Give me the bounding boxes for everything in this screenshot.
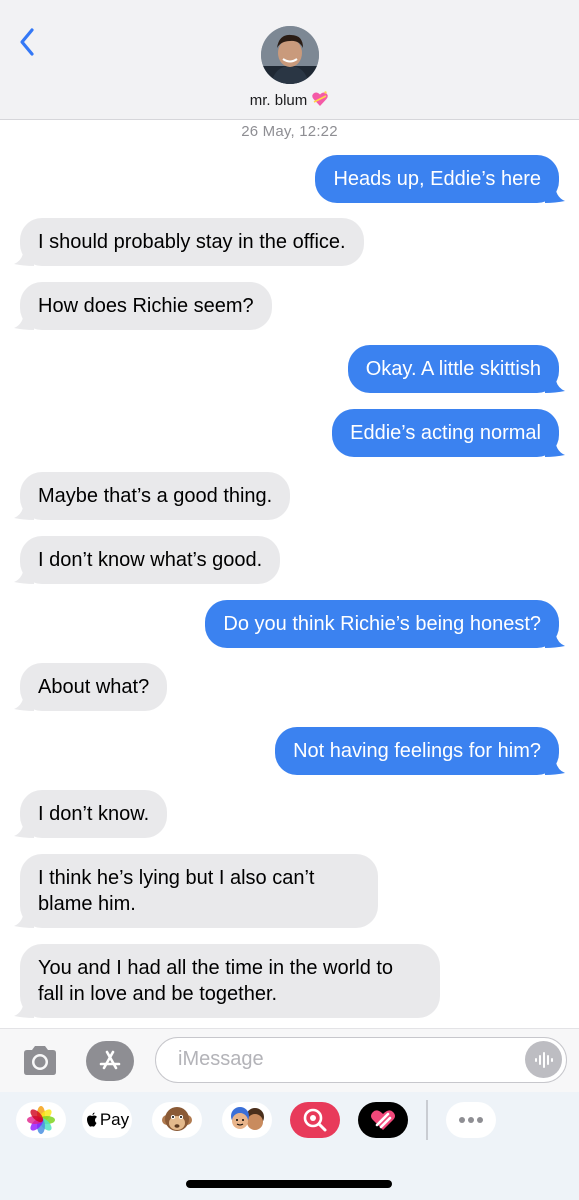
apple-pay-label: Pay [99, 1110, 130, 1129]
message-text: You and I had all the time in the world … [38, 957, 394, 1005]
message-text: Do you think Richie’s being honest? [223, 613, 541, 635]
image-search-icon [303, 1108, 327, 1132]
bubble-tail [545, 437, 565, 457]
apple-pay-icon: Pay [85, 1110, 129, 1130]
waveform-icon [534, 1051, 553, 1068]
memoji-icon [231, 1107, 264, 1130]
more-apps-button[interactable] [446, 1102, 496, 1138]
photos-icon [27, 1106, 55, 1134]
message-bubble-incoming[interactable]: I think he’s lying but I also can’t blam… [14, 854, 378, 928]
bubble-tail [14, 500, 34, 520]
bubble-tail [545, 755, 565, 775]
message-bubble-incoming[interactable]: Maybe that’s a good thing. [14, 472, 291, 520]
camera-icon [24, 1046, 56, 1075]
message-bubble-outgoing[interactable]: Heads up, Eddie’s here [315, 155, 565, 203]
message-bubble-outgoing[interactable]: Do you think Richie’s being honest? [205, 600, 565, 648]
image-search-button[interactable] [290, 1102, 340, 1138]
bubble-tail [14, 998, 34, 1018]
message-text: I should probably stay in the office. [38, 231, 346, 253]
home-indicator[interactable] [186, 1180, 392, 1188]
message-bubble-outgoing[interactable]: Eddie’s acting normal [332, 409, 565, 457]
message-text: I don’t know what’s good. [38, 549, 263, 571]
imessage-field[interactable] [155, 1037, 567, 1083]
message-bubble-incoming[interactable]: How does Richie seem? [14, 282, 272, 330]
sparkling-heart-icon [311, 90, 329, 112]
message-bubble-incoming[interactable]: I don’t know what’s good. [14, 536, 281, 584]
photos-app-button[interactable] [16, 1102, 66, 1138]
message-input-bar [0, 1028, 579, 1092]
app-store-button[interactable] [86, 1041, 134, 1081]
message-bubble-outgoing[interactable]: Not having feelings for him? [275, 727, 565, 775]
bubble-tail [14, 908, 34, 928]
message-text: Eddie’s acting normal [350, 422, 541, 444]
contact-name: mr. blum [249, 92, 308, 109]
animoji-button[interactable] [152, 1102, 202, 1138]
audio-message-button[interactable] [525, 1041, 562, 1078]
memoji-button[interactable] [222, 1102, 272, 1138]
message-bubble-incoming[interactable]: I don’t know. [14, 790, 168, 838]
bubble-tail [545, 373, 565, 393]
back-button[interactable] [14, 24, 44, 60]
message-bubble-incoming[interactable]: I should probably stay in the office. [14, 218, 364, 266]
message-text: I don’t know. [38, 803, 150, 825]
message-text: Heads up, Eddie’s here [333, 168, 541, 190]
conversation-header: mr. blum [0, 0, 579, 120]
message-text: About what? [38, 676, 150, 698]
digital-touch-button[interactable] [358, 1102, 408, 1138]
app-strip-divider [426, 1100, 428, 1140]
more-apps-icon [459, 1117, 483, 1123]
contact-avatar[interactable] [261, 26, 319, 84]
message-bubble-outgoing[interactable]: Okay. A little skittish [347, 345, 565, 393]
apple-pay-button[interactable]: Pay [82, 1102, 132, 1138]
bubble-tail [545, 183, 565, 203]
bubble-tail [14, 246, 34, 266]
message-bubble-incoming[interactable]: About what? [14, 663, 168, 711]
bubble-tail [14, 310, 34, 330]
message-timestamp: 26 May, 12:22 [241, 123, 338, 140]
camera-button[interactable] [20, 1043, 60, 1079]
contact-name-row[interactable]: mr. blum [0, 90, 579, 112]
bubble-tail [14, 818, 34, 838]
bubble-tail [14, 691, 34, 711]
apple-logo-icon [86, 1112, 97, 1127]
message-text: How does Richie seem? [38, 295, 254, 317]
message-text: Okay. A little skittish [365, 358, 541, 380]
chevron-left-icon [20, 28, 34, 56]
animoji-icon [162, 1107, 192, 1131]
digital-touch-icon [371, 1110, 395, 1130]
message-text: I think he’s lying but I also can’t blam… [38, 867, 315, 915]
message-bubble-incoming[interactable]: You and I had all the time in the world … [14, 944, 440, 1018]
app-store-icon [99, 1050, 121, 1070]
bubble-tail [14, 564, 34, 584]
message-input[interactable] [178, 1038, 518, 1081]
bubble-tail [545, 628, 565, 648]
message-text: Maybe that’s a good thing. [38, 485, 273, 507]
message-text: Not having feelings for him? [293, 740, 541, 762]
avatar-photo [261, 26, 319, 84]
